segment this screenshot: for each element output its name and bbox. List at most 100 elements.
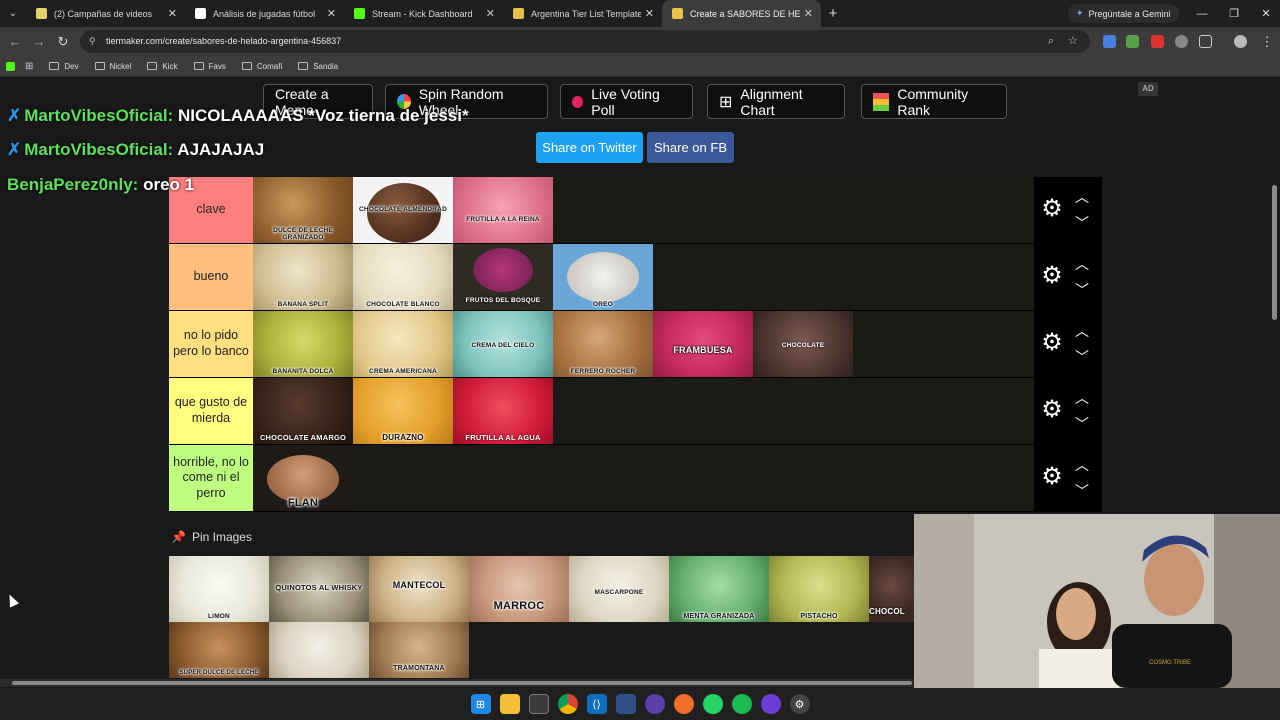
kick-bookmark-icon[interactable] (6, 61, 15, 71)
share-twitter-button[interactable]: Share on Twitter (536, 132, 643, 163)
chevron-up-icon[interactable]: ︿ (1072, 187, 1092, 207)
tier-item[interactable]: CHOCOLATE ALMENDRAD (353, 177, 453, 243)
postman-icon[interactable] (673, 694, 694, 714)
pool-item[interactable]: CHOCOL (869, 556, 914, 622)
pool-item[interactable]: MANTECOL (369, 556, 469, 622)
tier-item[interactable]: DULCE DE LECHE GRANIZADO (253, 177, 353, 243)
chevron-down-icon[interactable]: ﹀ (1072, 213, 1092, 233)
chevron-down-icon[interactable]: ﹀ (1072, 481, 1092, 501)
bookmark-folder[interactable]: Comafi (236, 62, 288, 71)
close-window-icon[interactable]: ✕ (1250, 0, 1280, 27)
close-icon[interactable]: ✕ (486, 7, 495, 20)
close-icon[interactable]: ✕ (168, 7, 177, 20)
chevron-up-icon[interactable]: ︿ (1072, 254, 1092, 274)
tier-item[interactable]: FRUTILLA A LA REINA (453, 177, 553, 243)
gear-icon[interactable]: ⚙ (1040, 264, 1064, 288)
spotify-icon[interactable] (731, 694, 752, 714)
browser-tab[interactable]: (2) Campañas de videos ✕ (26, 0, 185, 27)
vscode-icon[interactable]: ⟨⟩ (586, 694, 607, 714)
live-voting-poll-button[interactable]: Live Voting Poll (560, 84, 693, 119)
url-field[interactable]: ⚲ tiermaker.com/create/sabores-de-helado… (80, 30, 1090, 53)
pool-item[interactable]: MENTA GRANIZADA (669, 556, 769, 622)
pool-item[interactable]: MARROC (469, 556, 569, 622)
gear-icon[interactable]: ⚙ (1040, 331, 1064, 355)
chrome-icon[interactable] (557, 694, 578, 714)
extension-badge-icon[interactable] (1151, 35, 1164, 48)
tier-item[interactable]: CREMA DEL CIELO (453, 311, 553, 377)
chevron-up-icon[interactable]: ︿ (1072, 388, 1092, 408)
tier-label[interactable]: no lo pido pero lo banco (169, 311, 253, 377)
pool-item[interactable] (269, 622, 369, 678)
minimize-icon[interactable]: — (1186, 0, 1218, 27)
pool-item[interactable]: PISTACHO (769, 556, 869, 622)
tier-item[interactable]: FRUTILLA AL AGUA (453, 378, 553, 444)
scrollbar-thumb[interactable] (12, 681, 912, 685)
pool-item[interactable]: LIMON (169, 556, 269, 622)
translate-extension-icon[interactable] (1103, 35, 1116, 48)
windows-start-icon[interactable]: ⊞ (470, 694, 491, 714)
settings-icon[interactable]: ⚙ (789, 694, 810, 714)
reload-icon[interactable]: ↻ (54, 33, 72, 51)
tier-item[interactable]: BANANA SPLIT (253, 244, 353, 310)
alignment-chart-button[interactable]: ⊞ Alignment Chart (707, 84, 845, 119)
bookmark-folder[interactable]: Kick (141, 62, 183, 71)
gear-icon[interactable]: ⚙ (1040, 465, 1064, 489)
browser-tab[interactable]: Análisis de jugadas fútbol ✕ (185, 0, 344, 27)
tier-label[interactable]: que gusto de mierda (169, 378, 253, 444)
restore-icon[interactable]: ❐ (1218, 0, 1250, 27)
tier-item[interactable]: FRAMBUESA (653, 311, 753, 377)
store-icon[interactable] (528, 694, 549, 714)
pool-item[interactable]: QUINOTOS AL WHISKY (269, 556, 369, 622)
extension-icon[interactable] (1126, 35, 1139, 48)
menu-kebab-icon[interactable]: ⋮ (1258, 33, 1276, 51)
tab-search-icon[interactable]: ⌄ (0, 0, 26, 27)
browser-tab-active[interactable]: Create a SABORES DE HELADO ✕ (662, 0, 821, 27)
vertical-scrollbar-thumb[interactable] (1272, 185, 1277, 320)
profile-avatar[interactable] (1234, 35, 1247, 48)
forward-icon[interactable]: → (30, 33, 48, 51)
horizontal-scrollbar[interactable] (0, 679, 914, 687)
gear-icon[interactable]: ⚙ (1040, 398, 1064, 422)
chevron-up-icon[interactable]: ︿ (1072, 455, 1092, 475)
extensions-puzzle-icon[interactable] (1199, 35, 1212, 48)
extension-icon[interactable] (1175, 35, 1188, 48)
share-facebook-button[interactable]: Share on FB (647, 132, 734, 163)
tier-item[interactable]: CREMA AMERICANA (353, 311, 453, 377)
close-icon[interactable]: ✕ (327, 7, 336, 20)
bookmark-folder[interactable]: Favs (188, 62, 232, 71)
bookmark-folder[interactable]: Dev (43, 62, 84, 71)
pin-images-toggle[interactable]: 📌 Pin Images (171, 530, 252, 544)
tier-item[interactable]: FRUTOS DEL BOSQUE (453, 244, 553, 310)
chevron-down-icon[interactable]: ﹀ (1072, 347, 1092, 367)
close-icon[interactable]: ✕ (804, 7, 813, 20)
pool-item[interactable]: TRAMONTANA (369, 622, 469, 678)
bookmark-star-icon[interactable]: ☆ (1068, 30, 1078, 53)
tier-item[interactable]: FLAN (253, 445, 353, 511)
file-explorer-icon[interactable] (499, 694, 520, 714)
tier-item[interactable]: BANANITA DOLCA (253, 311, 353, 377)
apps-grid-icon[interactable]: ⊞ (19, 61, 39, 72)
site-info-icon[interactable]: ⚲ (89, 30, 96, 53)
chevron-up-icon[interactable]: ︿ (1072, 321, 1092, 341)
tier-item[interactable]: OREO (553, 244, 653, 310)
bookmark-folder[interactable]: Nickel (89, 62, 138, 71)
tier-label[interactable]: bueno (169, 244, 253, 310)
community-rank-button[interactable]: Community Rank (861, 84, 1007, 119)
chevron-down-icon[interactable]: ﹀ (1072, 414, 1092, 434)
zoom-icon[interactable]: ⌕ (1048, 30, 1054, 53)
tier-item[interactable]: CHOCOLATE BLANCO (353, 244, 453, 310)
tier-label[interactable]: horrible, no lo come ni el perro (169, 445, 253, 511)
github-icon[interactable] (644, 694, 665, 714)
gemini-button[interactable]: ✦ Pregúntale a Gemini (1068, 4, 1179, 23)
whatsapp-icon[interactable] (702, 694, 723, 714)
browser-tab[interactable]: Stream - Kick Dashboard ✕ (344, 0, 503, 27)
close-icon[interactable]: ✕ (645, 7, 654, 20)
back-icon[interactable]: ← (6, 33, 24, 51)
new-tab-icon[interactable]: + (821, 5, 845, 22)
tier-item[interactable]: DURAZNO (353, 378, 453, 444)
chevron-down-icon[interactable]: ﹀ (1072, 280, 1092, 300)
pool-item[interactable]: MASCARPONE (569, 556, 669, 622)
tier-item[interactable]: FERRERO ROCHER (553, 311, 653, 377)
tier-item[interactable]: CHOCOLATE (753, 311, 853, 377)
gear-icon[interactable]: ⚙ (1040, 197, 1064, 221)
